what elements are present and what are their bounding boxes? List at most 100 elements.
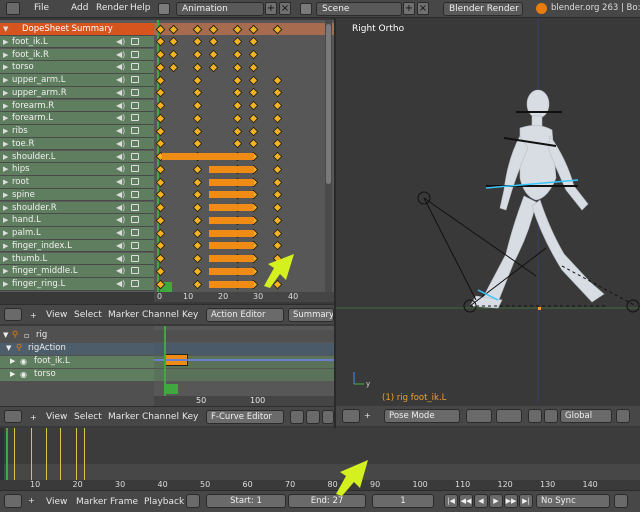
keyframe-diamond[interactable] <box>232 49 243 60</box>
expand-triangle-icon[interactable]: ▼ <box>3 23 8 35</box>
channel-row[interactable]: ▶ hips ◀) <box>0 163 154 176</box>
keyframe-diamond[interactable] <box>192 126 203 136</box>
menu-select[interactable]: Select <box>74 412 102 422</box>
keyframe-diamond[interactable] <box>192 202 203 213</box>
channel-row[interactable]: ▶ finger_index.L ◀) <box>0 239 154 253</box>
scene-field[interactable]: Scene <box>316 2 402 16</box>
menu-add[interactable]: Add <box>71 3 88 13</box>
speaker-icon[interactable]: ◀) <box>116 265 125 277</box>
collapse-icon[interactable]: + <box>30 311 37 320</box>
lock-icon[interactable] <box>131 229 139 236</box>
3d-viewport[interactable]: Right Ortho (1) rig foot_ik.L y <box>336 18 640 404</box>
collapse-icon[interactable]: + <box>364 411 371 420</box>
keyframe-diamond[interactable] <box>192 113 203 124</box>
next-key-icon[interactable]: ▶▶ <box>504 494 518 508</box>
menu-channel[interactable]: Channel <box>142 310 179 320</box>
keyframe-diamond[interactable] <box>192 49 203 60</box>
lock-icon[interactable] <box>131 178 139 185</box>
menu-view[interactable]: View <box>46 497 67 507</box>
summary-row[interactable]: ▼ DopeSheet Summary <box>0 23 154 36</box>
channel-row[interactable]: ▶ ribs ◀) <box>0 125 154 138</box>
channel-row[interactable]: ▶ upper_arm.L ◀) <box>0 74 154 87</box>
eye-icon[interactable]: ◉ <box>20 369 27 380</box>
keyframe-diamond[interactable] <box>232 113 243 124</box>
keyframe-diamond[interactable] <box>232 87 243 98</box>
lock-icon[interactable] <box>131 152 139 160</box>
lock-icon[interactable] <box>131 50 139 58</box>
channel-row[interactable]: ▶ forearm.L ◀) <box>0 112 154 125</box>
channel-row[interactable]: ▶ palm.L ◀) <box>0 227 154 240</box>
lock-icon[interactable] <box>131 37 139 45</box>
keyframe-diamond[interactable] <box>192 189 203 200</box>
speaker-icon[interactable]: ◀) <box>116 125 125 137</box>
keyframe-diamond[interactable] <box>192 253 203 264</box>
keyframe-diamond[interactable] <box>192 138 203 149</box>
keyframe-diamond[interactable] <box>272 164 283 175</box>
speaker-icon[interactable]: ◀) <box>116 202 125 214</box>
channel-row[interactable]: ▶ hand.L ◀) <box>0 214 154 227</box>
translate-icon[interactable] <box>544 409 558 423</box>
keyframe-diamond[interactable] <box>272 202 283 213</box>
keyframe-diamond[interactable] <box>272 151 283 162</box>
menu-channel[interactable]: Channel <box>142 412 179 422</box>
lock-icon[interactable] <box>131 254 139 262</box>
preview-range-icon[interactable] <box>186 494 200 508</box>
lock-icon[interactable] <box>131 267 139 275</box>
channel-row[interactable]: ▶ toe.R ◀) <box>0 137 154 151</box>
expand-triangle-icon[interactable]: ▶ <box>3 253 8 265</box>
keyframe-diamond[interactable] <box>192 228 203 238</box>
expand-triangle-icon[interactable]: ▶ <box>3 125 8 137</box>
expand-triangle-icon[interactable]: ▶ <box>3 74 8 86</box>
keyframe-diamond[interactable] <box>168 36 179 47</box>
expand-triangle-icon[interactable]: ▶ <box>3 61 8 73</box>
keyframe-diamond[interactable] <box>192 100 203 111</box>
start-frame-field[interactable]: Start: 1 <box>206 494 286 508</box>
keyframe-diamond[interactable] <box>272 228 283 238</box>
jump-end-icon[interactable]: ▶| <box>519 494 533 508</box>
filter-icon[interactable] <box>290 410 304 424</box>
menu-select[interactable]: Select <box>74 310 102 320</box>
expand-triangle-icon[interactable]: ▶ <box>3 214 8 226</box>
ghost-icon[interactable] <box>306 410 320 424</box>
keyframe-diamond[interactable] <box>192 177 203 187</box>
channel-row[interactable]: ▶ root ◀) <box>0 176 154 189</box>
play-icon[interactable]: ▶ <box>489 494 503 508</box>
add-scene-button[interactable]: + <box>403 2 415 15</box>
play-reverse-icon[interactable]: ◀ <box>474 494 488 508</box>
lock-icon[interactable] <box>131 127 139 134</box>
speaker-icon[interactable]: ◀) <box>116 151 125 163</box>
expand-triangle-icon[interactable]: ▶ <box>3 163 8 175</box>
layout-icon[interactable] <box>158 3 170 15</box>
keyframe-diamond[interactable] <box>192 279 203 289</box>
lock-icon[interactable] <box>131 139 139 147</box>
expand-triangle-icon[interactable]: ▶ <box>3 240 8 252</box>
nla-strip-area[interactable]: 50 100 <box>154 326 334 406</box>
lock-icon[interactable] <box>131 190 139 198</box>
keyframe-diamond[interactable] <box>272 113 283 124</box>
mode-select[interactable]: Pose Mode <box>384 409 460 423</box>
remove-scene-button[interactable]: × <box>417 2 429 15</box>
menu-key[interactable]: Key <box>182 310 198 320</box>
lock-icon[interactable] <box>131 101 139 109</box>
lock-icon[interactable] <box>131 203 139 211</box>
expand-triangle-icon[interactable]: ▶ <box>3 176 8 188</box>
editor-mode-select[interactable]: F-Curve Editor <box>206 410 284 424</box>
lock-icon[interactable] <box>131 76 139 83</box>
collapse-icon[interactable]: + <box>28 496 35 505</box>
speaker-icon[interactable]: ◀) <box>116 74 125 86</box>
expand-triangle-icon[interactable]: ▶ <box>3 151 8 163</box>
keyframe-diamond[interactable] <box>272 189 283 200</box>
keyframe-diamond[interactable] <box>168 49 179 60</box>
speaker-icon[interactable]: ◀) <box>116 36 125 48</box>
keyframe-diamond[interactable] <box>272 177 283 187</box>
nla-row-foot[interactable]: ▶ ◉ foot_ik.L <box>0 356 154 368</box>
keyframe-diamond[interactable] <box>192 62 203 73</box>
collapse-icon[interactable]: + <box>30 413 37 422</box>
keyframe-diamond[interactable] <box>192 75 203 85</box>
dopesheet-scroll-thumb[interactable] <box>326 24 331 184</box>
speaker-icon[interactable]: ◀) <box>116 100 125 112</box>
editor-mode-select[interactable]: Action Editor <box>206 308 284 322</box>
jump-start-icon[interactable]: |◀ <box>444 494 458 508</box>
record-icon[interactable] <box>614 494 628 508</box>
channel-row[interactable]: ▶ upper_arm.R ◀) <box>0 86 154 100</box>
